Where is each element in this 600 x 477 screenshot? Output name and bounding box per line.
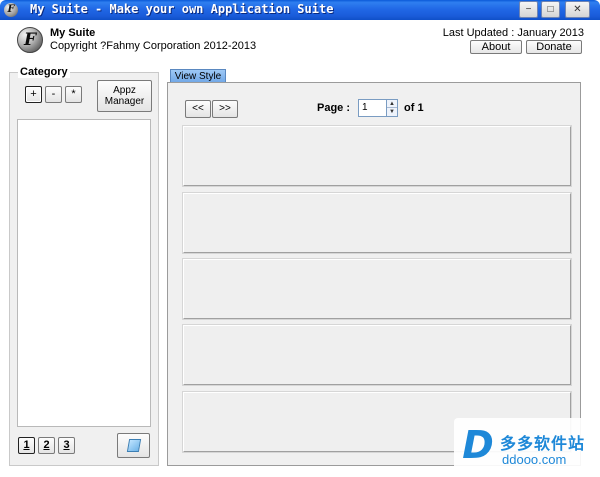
minimize-button[interactable]: − [519, 1, 538, 18]
app-slot[interactable] [183, 259, 571, 319]
category-page-2-button[interactable]: 2 [38, 437, 55, 454]
app-icon[interactable]: F [4, 3, 18, 17]
app-slot[interactable] [183, 126, 571, 186]
category-page-3-button[interactable]: 3 [58, 437, 75, 454]
next-page-button[interactable]: >> [212, 100, 238, 118]
copyright-text: Copyright ?Fahmy Corporation 2012-2013 [50, 40, 257, 52]
last-updated-text: Last Updated : January 2013 [442, 27, 584, 39]
category-page-1-button[interactable]: 1 [18, 437, 35, 454]
app-slot[interactable] [183, 193, 571, 253]
page-number-input[interactable]: 1 [358, 99, 388, 117]
prev-page-button[interactable]: << [185, 100, 211, 118]
tab-view-style-1[interactable]: View Style 1 [170, 69, 226, 95]
add-category-button[interactable]: + [25, 86, 42, 103]
close-button[interactable]: ✕ [565, 1, 590, 18]
title-bar[interactable]: F My Suite - Make your own Application S… [0, 0, 600, 20]
edit-category-button[interactable]: * [65, 86, 82, 103]
page-of-label: of 1 [404, 102, 424, 114]
spinner-up-icon[interactable]: ▲ [387, 100, 397, 108]
book-icon [126, 439, 142, 452]
app-logo: F [17, 27, 43, 53]
about-button[interactable]: About [470, 40, 522, 54]
remove-category-button[interactable]: - [45, 86, 62, 103]
window-title: My Suite - Make your own Application Sui… [30, 2, 334, 16]
app-slot[interactable] [183, 325, 571, 385]
page-label: Page : [317, 102, 351, 114]
appz-manager-button[interactable]: Appz Manager [97, 80, 152, 112]
appz-manager-label-line1: Appz [113, 85, 136, 96]
spinner-down-icon[interactable]: ▼ [387, 108, 397, 116]
book-button[interactable] [117, 433, 150, 458]
maximize-button[interactable]: □ [541, 1, 560, 18]
appz-manager-label-line2: Manager [104, 96, 145, 107]
watermark-name: 多多软件站 [500, 436, 586, 453]
page-spinner[interactable]: ▲ ▼ [386, 99, 398, 117]
donate-button[interactable]: Donate [526, 40, 582, 54]
category-title: Category [18, 66, 70, 78]
app-name: My Suite [50, 27, 96, 39]
category-list[interactable] [17, 119, 151, 427]
watermark-url: ddooo.com [502, 452, 567, 467]
watermark-logo-icon: D [462, 423, 494, 467]
